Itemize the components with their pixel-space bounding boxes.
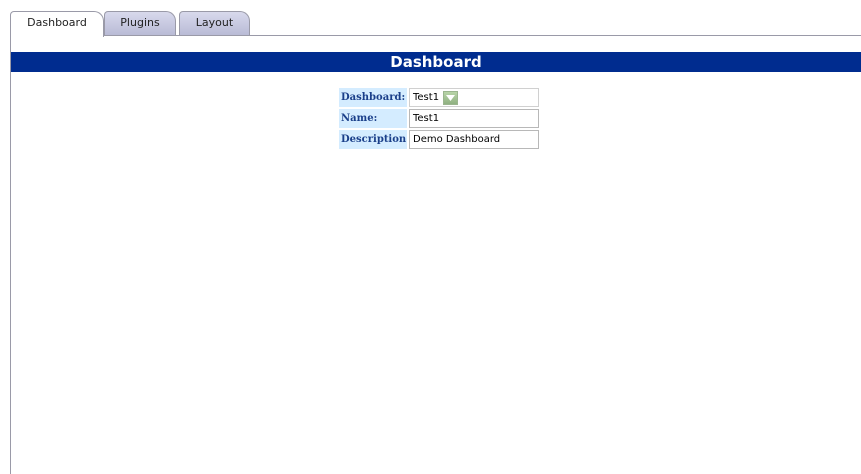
page-title: Dashboard bbox=[11, 52, 861, 72]
form-row-name: Name: Test1 bbox=[339, 109, 541, 128]
tab-plugins[interactable]: Plugins bbox=[104, 11, 176, 35]
dashboard-label: Dashboard: bbox=[339, 88, 407, 107]
name-label: Name: bbox=[339, 109, 407, 128]
chevron-down-icon[interactable] bbox=[443, 90, 459, 105]
form-row-dashboard: Dashboard: Test1 bbox=[339, 88, 541, 107]
tab-bar: Dashboard Plugins Layout bbox=[0, 0, 861, 37]
name-field[interactable]: Test1 bbox=[409, 109, 539, 128]
dashboard-select[interactable]: Test1 bbox=[409, 88, 539, 107]
description-label: Description: bbox=[339, 130, 407, 149]
tab-plugins-label: Plugins bbox=[120, 16, 160, 29]
description-field[interactable]: Demo Dashboard bbox=[409, 130, 539, 149]
tab-dashboard[interactable]: Dashboard bbox=[10, 11, 104, 37]
tab-layout-label: Layout bbox=[195, 16, 234, 29]
tab-layout[interactable]: Layout bbox=[179, 11, 250, 35]
dashboard-form: Dashboard: Test1 Name: Test1 Description… bbox=[339, 88, 541, 151]
form-row-description: Description: Demo Dashboard bbox=[339, 130, 541, 149]
dashboard-select-value: Test1 bbox=[413, 92, 440, 103]
tab-dashboard-label: Dashboard bbox=[27, 16, 87, 29]
